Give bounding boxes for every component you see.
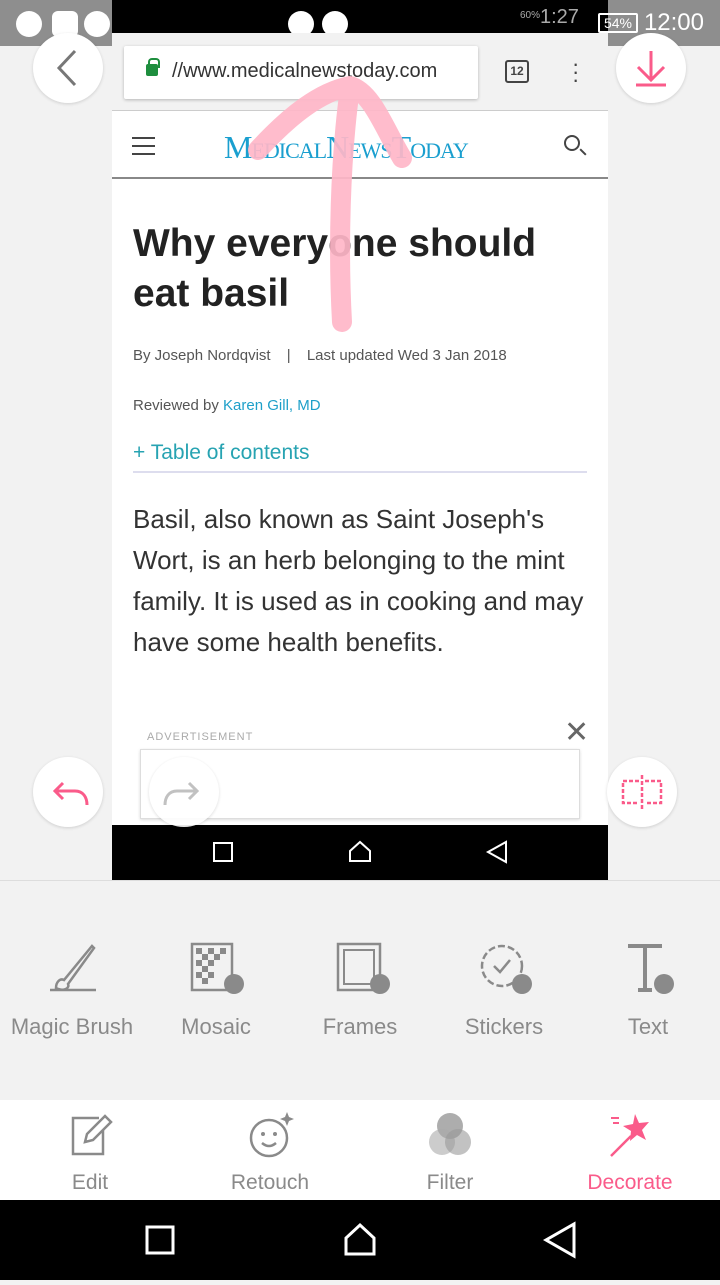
tool-frames[interactable]: Frames [288, 940, 432, 1040]
back-button[interactable] [33, 33, 103, 103]
text-icon [628, 944, 674, 994]
sticker-icon [480, 944, 532, 994]
tab-edit[interactable]: Edit [0, 1110, 180, 1195]
brush-icon [50, 944, 96, 992]
bottom-tab-bar: Edit Retouch Filter Decorate [0, 1100, 720, 1200]
tool-stickers[interactable]: Stickers [432, 940, 576, 1040]
tool-magic-brush[interactable]: Magic Brush [0, 940, 144, 1040]
system-nav-bar [0, 1200, 720, 1280]
recents-button [145, 1225, 175, 1255]
tool-label: Stickers [464, 1014, 544, 1039]
redo-button[interactable] [149, 757, 219, 827]
divider [0, 880, 720, 881]
magic-wand-icon [610, 1114, 649, 1157]
article-body: Basil, also known as Saint Joseph's Wort… [133, 504, 584, 657]
tool-mosaic[interactable]: Mosaic [144, 940, 288, 1040]
tab-label: Retouch [230, 1171, 310, 1194]
frame-icon [336, 942, 390, 994]
tool-text[interactable]: Text [576, 940, 720, 1040]
tab-decorate[interactable]: Decorate [540, 1110, 720, 1195]
table-of-contents-toggle[interactable]: + Table of contents [133, 441, 587, 473]
tab-filter[interactable]: Filter [360, 1110, 540, 1195]
arrow-annotation [248, 76, 412, 332]
home-button [344, 1222, 376, 1256]
tab-label: Filter [426, 1171, 474, 1194]
retouch-icon [249, 1112, 294, 1158]
close-ad-icon[interactable]: ✕ [564, 715, 589, 750]
tool-label: Magic Brush [10, 1014, 134, 1039]
tab-retouch[interactable]: Retouch [180, 1110, 360, 1195]
edit-icon [71, 1114, 113, 1156]
tab-label: Decorate [587, 1171, 673, 1194]
compare-button[interactable] [607, 757, 677, 827]
back-nav-button [542, 1221, 576, 1259]
tool-label: Text [627, 1014, 669, 1039]
download-button[interactable] [616, 33, 686, 103]
tool-label: Mosaic [181, 1014, 251, 1039]
undo-button[interactable] [33, 757, 103, 827]
captured-nav-bar [112, 825, 608, 880]
tool-label: Frames [322, 1014, 398, 1039]
ad-label: ADVERTISEMENT [147, 731, 254, 743]
mosaic-icon [190, 942, 244, 994]
tab-label: Edit [71, 1171, 109, 1194]
filter-icon [429, 1113, 471, 1155]
